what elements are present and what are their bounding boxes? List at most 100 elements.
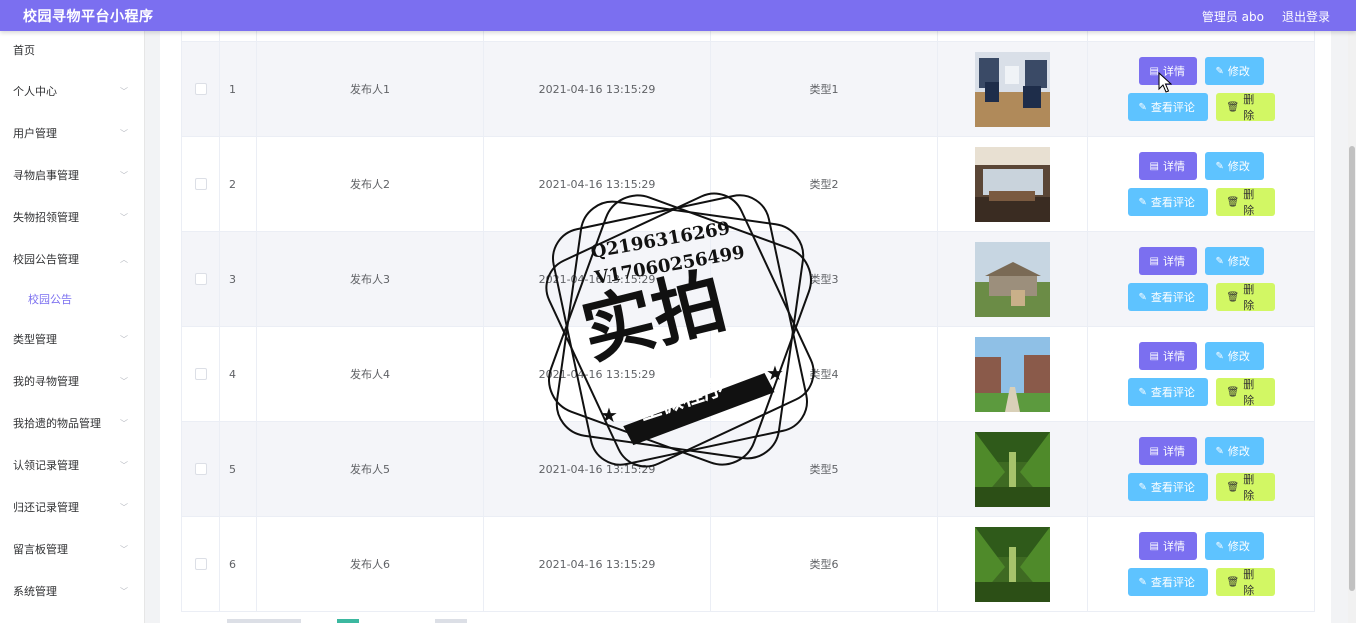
pencil-icon: ✎ xyxy=(1138,196,1147,208)
view-comments-button[interactable]: ✎ 查看评论 xyxy=(1127,568,1208,596)
view-comments-button[interactable]: ✎ 查看评论 xyxy=(1127,188,1208,216)
sidebar-item-1[interactable]: 个人中心 ﹀ xyxy=(0,71,144,113)
sidebar-item-label: 留言板管理 xyxy=(13,543,68,556)
publisher-cell: 发布人6 xyxy=(257,517,484,611)
table-header-strip xyxy=(182,31,1314,42)
delete-button[interactable]: 🗑 删除 xyxy=(1215,568,1275,597)
pencil-icon: ✎ xyxy=(1138,291,1147,303)
sidebar-item-3[interactable]: 寻物启事管理 ﹀ xyxy=(0,155,144,197)
sidebar-item-8[interactable]: 我的寻物管理 ﹀ xyxy=(0,361,144,403)
scrollbar-thumb[interactable] xyxy=(1349,146,1355,591)
row-checkbox[interactable] xyxy=(194,463,207,475)
sidebar-item-label: 归还记录管理 xyxy=(13,501,79,514)
publisher-cell: 发布人3 xyxy=(257,232,484,326)
sidebar-item-13[interactable]: 系统管理 ﹀ xyxy=(0,571,144,613)
delete-button[interactable]: 🗑 删除 xyxy=(1215,473,1275,502)
pencil-icon: ✎ xyxy=(1215,350,1224,362)
logout-link[interactable]: 退出登录 xyxy=(1282,8,1330,25)
row-index: 1 xyxy=(220,42,257,136)
delete-button[interactable]: 🗑 删除 xyxy=(1215,378,1275,407)
page-prev[interactable] xyxy=(307,619,331,623)
item-image xyxy=(975,526,1050,602)
sidebar-item-0[interactable]: 首页 xyxy=(0,31,144,71)
chevron-icon: ﹀ xyxy=(120,129,128,138)
edit-button[interactable]: ✎ 修改 xyxy=(1204,437,1264,465)
trash-icon: 🗑 xyxy=(1226,101,1240,113)
sidebar-item-5[interactable]: 校园公告管理 ︿ xyxy=(0,239,144,281)
item-image xyxy=(975,241,1050,317)
publisher-cell: 发布人2 xyxy=(257,137,484,231)
sidebar-item-9[interactable]: 我拾遗的物品管理 ﹀ xyxy=(0,403,144,445)
type-cell: 类型6 xyxy=(711,517,938,611)
sidebar-item-label: 首页 xyxy=(13,44,35,57)
actions-cell: ▤ 详情 ✎ 修改 ✎ 查看评论 🗑 删除 xyxy=(1088,422,1314,516)
sidebar-item-2[interactable]: 用户管理 ﹀ xyxy=(0,113,144,155)
detail-button[interactable]: ▤ 详情 xyxy=(1138,437,1197,465)
row-checkbox[interactable] xyxy=(194,83,207,95)
actions-cell: ▤ 详情 ✎ 修改 ✎ 查看评论 🗑 删除 xyxy=(1088,42,1314,136)
sidebar-item-label: 认领记录管理 xyxy=(13,459,79,472)
row-checkbox[interactable] xyxy=(194,368,207,380)
view-comments-button[interactable]: ✎ 查看评论 xyxy=(1127,93,1208,121)
row-checkbox[interactable] xyxy=(194,178,207,190)
pencil-icon: ✎ xyxy=(1215,540,1224,552)
page-next[interactable] xyxy=(365,619,389,623)
publisher-cell: 发布人4 xyxy=(257,327,484,421)
trash-icon: 🗑 xyxy=(1226,386,1240,398)
sidebar-item-label: 系统管理 xyxy=(13,585,57,598)
mouse-cursor-icon xyxy=(1158,72,1172,93)
pencil-icon: ✎ xyxy=(1138,386,1147,398)
page-jump[interactable] xyxy=(435,619,467,623)
sidebar-item-label: 类型管理 xyxy=(13,333,57,346)
edit-button[interactable]: ✎ 修改 xyxy=(1204,342,1264,370)
edit-button[interactable]: ✎ 修改 xyxy=(1204,532,1264,560)
row-checkbox[interactable] xyxy=(194,273,207,285)
sidebar-item-label: 寻物启事管理 xyxy=(13,169,79,182)
image-cell xyxy=(938,422,1088,516)
sidebar-item-10[interactable]: 认领记录管理 ﹀ xyxy=(0,445,144,487)
document-icon: ▤ xyxy=(1149,445,1159,457)
row-checkbox[interactable] xyxy=(194,558,207,570)
image-cell xyxy=(938,327,1088,421)
delete-button[interactable]: 🗑 删除 xyxy=(1215,188,1275,217)
sidebar-item-label: 个人中心 xyxy=(13,85,57,98)
detail-button[interactable]: ▤ 详情 xyxy=(1138,247,1197,275)
row-index: 6 xyxy=(220,517,257,611)
edit-button[interactable]: ✎ 修改 xyxy=(1204,152,1264,180)
delete-button[interactable]: 🗑 删除 xyxy=(1215,283,1275,312)
item-image xyxy=(975,146,1050,222)
user-label: 管理员 abo xyxy=(1201,10,1264,24)
delete-button[interactable]: 🗑 删除 xyxy=(1215,93,1275,122)
view-comments-button[interactable]: ✎ 查看评论 xyxy=(1127,378,1208,406)
table-row: 5 发布人5 2021-04-16 13:15:29 类型5 ▤ 详情 ✎ 修改 ✎ 查看评论 🗑 删… xyxy=(182,422,1314,517)
detail-button[interactable]: ▤ 详情 xyxy=(1138,532,1197,560)
page-size-select[interactable] xyxy=(227,619,301,623)
sidebar-item-11[interactable]: 归还记录管理 ﹀ xyxy=(0,487,144,529)
sidebar-item-12[interactable]: 留言板管理 ﹀ xyxy=(0,529,144,571)
chevron-icon: ﹀ xyxy=(120,377,128,386)
type-cell: 类型3 xyxy=(711,232,938,326)
chevron-icon: ﹀ xyxy=(120,87,128,96)
sidebar-item-label: 失物招领管理 xyxy=(13,211,79,224)
edit-button[interactable]: ✎ 修改 xyxy=(1204,247,1264,275)
sidebar-item-4[interactable]: 失物招领管理 ﹀ xyxy=(0,197,144,239)
image-cell xyxy=(938,232,1088,326)
trash-icon: 🗑 xyxy=(1226,291,1240,303)
sidebar-item-6[interactable]: 校园公告 xyxy=(0,281,144,319)
view-comments-button[interactable]: ✎ 查看评论 xyxy=(1127,283,1208,311)
image-cell xyxy=(938,517,1088,611)
page-current[interactable] xyxy=(337,619,359,623)
table-row: 4 发布人4 2021-04-16 13:15:29 类型4 ▤ 详情 ✎ 修改 ✎ 查看评论 🗑 删… xyxy=(182,327,1314,422)
view-comments-button[interactable]: ✎ 查看评论 xyxy=(1127,473,1208,501)
publisher-cell: 发布人5 xyxy=(257,422,484,516)
table-row: 2 发布人2 2021-04-16 13:15:29 类型2 ▤ 详情 ✎ 修改 ✎ 查看评论 🗑 删… xyxy=(182,137,1314,232)
detail-button[interactable]: ▤ 详情 xyxy=(1138,342,1197,370)
detail-button[interactable]: ▤ 详情 xyxy=(1138,152,1197,180)
item-image xyxy=(975,51,1050,127)
chevron-icon: ﹀ xyxy=(120,587,128,596)
time-cell: 2021-04-16 13:15:29 xyxy=(484,42,711,136)
sidebar-item-label: 校园公告 xyxy=(28,293,72,306)
sidebar-item-7[interactable]: 类型管理 ﹀ xyxy=(0,319,144,361)
edit-button[interactable]: ✎ 修改 xyxy=(1204,57,1264,85)
actions-cell: ▤ 详情 ✎ 修改 ✎ 查看评论 🗑 删除 xyxy=(1088,232,1314,326)
